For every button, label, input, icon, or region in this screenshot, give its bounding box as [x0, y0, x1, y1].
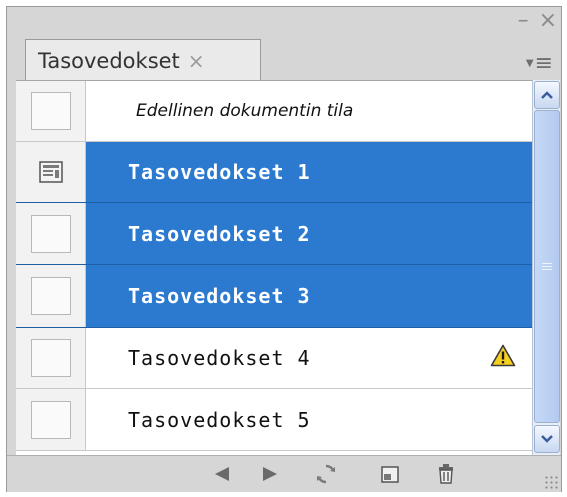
scroll-up-button[interactable]: [534, 81, 560, 109]
list-item-text: Tasovedokset 4: [128, 346, 311, 370]
apply-comp-checkbox[interactable]: [30, 400, 71, 439]
next-comp-button[interactable]: [255, 460, 285, 488]
new-comp-button[interactable]: [375, 460, 405, 488]
tab-layer-comps[interactable]: Tasovedokset ×: [25, 39, 261, 81]
tab-label: Tasovedokset: [38, 48, 180, 73]
tab-close-button[interactable]: ×: [188, 49, 205, 73]
grip-icon: [542, 262, 552, 271]
minimize-button[interactable]: –: [518, 10, 529, 32]
delete-comp-icon: [439, 464, 453, 484]
list-item-comp-4[interactable]: Tasovedokset 4: [16, 328, 532, 389]
update-comp-button[interactable]: [311, 460, 341, 488]
window-controls: – ×: [518, 9, 557, 33]
apply-comp-checkbox[interactable]: [30, 92, 71, 130]
apply-comp-cell[interactable]: [16, 328, 86, 388]
apply-comp-cell[interactable]: [16, 142, 86, 202]
panel-menu-icon: ≡: [534, 51, 553, 76]
list-item-label: Tasovedokset 3: [128, 284, 311, 308]
new-comp-icon: [381, 466, 399, 483]
apply-comp-checkbox[interactable]: [30, 339, 71, 377]
list-item-label: Edellinen dokumentin tila: [136, 101, 354, 121]
apply-comp-checkbox[interactable]: [30, 277, 71, 315]
chevron-down-icon: [541, 435, 553, 443]
previous-comp-icon: [215, 467, 229, 481]
list-item-label: Tasovedokset 5: [128, 407, 311, 432]
list-item-label: Tasovedokset 2: [128, 221, 311, 246]
list-item-comp-1[interactable]: Tasovedokset 1: [16, 142, 532, 203]
resize-grip[interactable]: [544, 475, 558, 489]
chevron-down-icon: ▼: [525, 58, 534, 69]
scroll-thumb[interactable]: [534, 110, 560, 423]
update-comp-icon: [317, 464, 335, 484]
panel-footer-toolbar: [7, 455, 561, 492]
list-item-comp-3[interactable]: Tasovedokset 3: [16, 265, 532, 328]
apply-comp-checkbox[interactable]: [30, 214, 71, 253]
scroll-down-button[interactable]: [534, 425, 560, 453]
apply-comp-cell[interactable]: [16, 81, 86, 141]
layer-comp-applied-icon: [38, 161, 63, 183]
apply-comp-checkbox[interactable]: [38, 159, 64, 185]
list-item-previous-state[interactable]: Edellinen dokumentin tila: [16, 81, 532, 142]
apply-comp-cell[interactable]: [16, 389, 86, 450]
apply-comp-cell[interactable]: [16, 203, 86, 264]
list-item-comp-2[interactable]: Tasovedokset 2: [16, 203, 532, 265]
previous-comp-button[interactable]: [207, 460, 237, 488]
next-comp-icon: [263, 467, 277, 481]
vertical-scrollbar[interactable]: [532, 80, 560, 455]
delete-comp-button[interactable]: [431, 460, 461, 488]
layer-comps-panel: – × Tasovedokset × ▼≡ Edellinen dokument…: [6, 6, 562, 492]
warning-icon[interactable]: [490, 344, 516, 373]
layer-comps-list: Edellinen dokumentin tila Tasovedokset 1: [16, 80, 532, 456]
apply-comp-cell[interactable]: [16, 265, 86, 327]
list-item-label: Tasovedokset 4: [86, 344, 532, 373]
list-item-label: Tasovedokset 1: [128, 160, 311, 184]
list-item-comp-5[interactable]: Tasovedokset 5: [16, 389, 532, 451]
chevron-up-icon: [541, 91, 553, 99]
close-panel-button[interactable]: ×: [539, 10, 557, 32]
panel-menu-button[interactable]: ▼≡: [526, 53, 553, 75]
